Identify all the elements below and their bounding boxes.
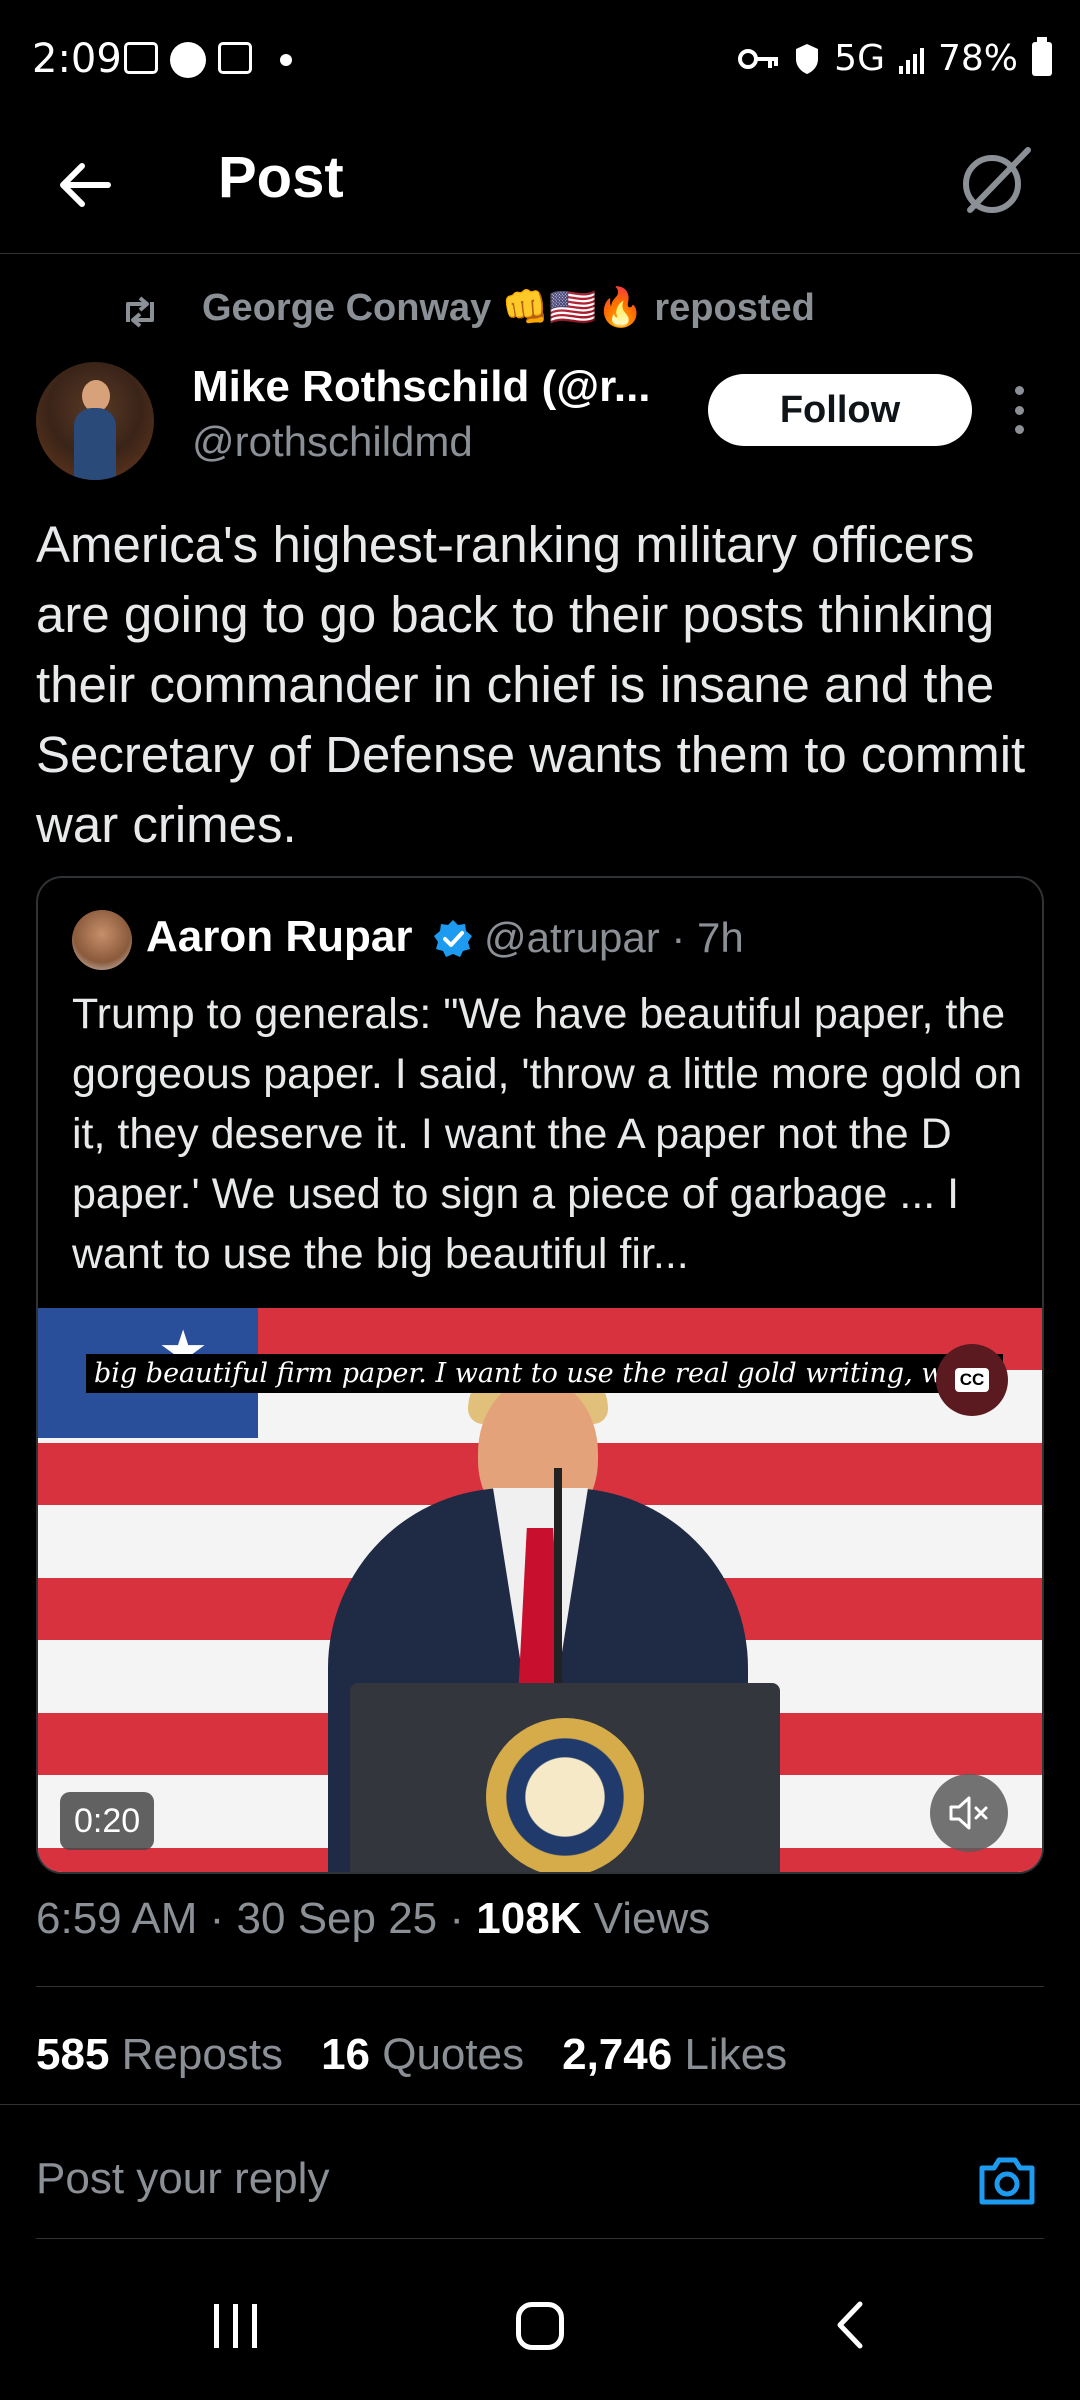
cc-icon: CC — [954, 1368, 990, 1392]
more-notifications-icon — [280, 54, 292, 66]
divider — [36, 2238, 1044, 2239]
quotes-label: Quotes — [370, 2030, 525, 2079]
home-icon[interactable] — [516, 2302, 564, 2350]
signal-icon — [898, 44, 924, 74]
shield-icon — [796, 43, 819, 74]
status-time: 2:09 — [32, 36, 122, 82]
engagement-stats: 585 Reposts 16 Quotes 2,746 Likes — [36, 2030, 787, 2080]
reply-input[interactable]: Post your reply — [36, 2154, 329, 2204]
quotes-stat[interactable]: 16 Quotes — [321, 2030, 524, 2080]
quoted-author-name[interactable]: Aaron Rupar — [146, 912, 412, 962]
repost-icon — [126, 296, 154, 328]
system-nav-bar — [0, 2250, 1080, 2400]
reposts-label: Reposts — [109, 2030, 284, 2079]
author-name[interactable]: Mike Rothschild (@r... — [192, 362, 651, 412]
top-app-bar: Post — [0, 120, 1080, 254]
reposts-count: 585 — [36, 2030, 110, 2079]
quoted-post-card[interactable]: Aaron Rupar @atrupar · 7h Trump to gener… — [36, 876, 1044, 1874]
repost-user[interactable]: George Conway 👊🇺🇸🔥 — [202, 286, 644, 330]
camera-icon[interactable] — [974, 2148, 1040, 2214]
more-options-icon[interactable] — [1012, 386, 1026, 434]
system-back-icon[interactable] — [826, 2300, 876, 2350]
notification-icon — [170, 42, 206, 78]
verified-badge-icon — [434, 920, 472, 957]
divider — [0, 2104, 1080, 2105]
divider — [36, 1986, 1044, 1987]
closed-captions-button[interactable]: CC — [936, 1344, 1008, 1416]
recent-apps-icon[interactable] — [214, 2304, 257, 2348]
grok-icon[interactable] — [950, 136, 1040, 226]
repost-attribution[interactable]: George Conway 👊🇺🇸🔥 reposted — [124, 286, 815, 330]
views-count: 108K — [476, 1894, 582, 1943]
quoted-author-avatar[interactable] — [72, 910, 132, 970]
views-label: Views — [581, 1894, 711, 1943]
network-label: 5G — [834, 38, 885, 79]
likes-label: Likes — [672, 2030, 788, 2079]
post-text: America's highest-ranking military offic… — [36, 516, 1026, 853]
author-handle[interactable]: @rothschildmd — [192, 418, 473, 466]
post-time-date: 6:59 AM · 30 Sep 25 · — [36, 1894, 477, 1943]
key-icon — [738, 48, 779, 69]
quotes-count: 16 — [321, 2030, 371, 2079]
video-caption: big beautiful firm paper. I want to use … — [86, 1354, 1004, 1393]
battery-label: 78% — [937, 38, 1018, 79]
presidential-seal — [486, 1718, 644, 1872]
follow-button[interactable]: Follow — [708, 374, 972, 446]
status-bar: 2:09 5G 78% — [0, 0, 1080, 120]
post-timestamp: 6:59 AM · 30 Sep 25 · 108K Views — [36, 1894, 710, 1944]
likes-stat[interactable]: 2,746 Likes — [562, 2030, 787, 2080]
author-avatar[interactable] — [36, 362, 154, 480]
speaker-muted-icon — [949, 1796, 988, 1830]
likes-count: 2,746 — [562, 2030, 673, 2079]
reposts-stat[interactable]: 585 Reposts — [36, 2030, 283, 2080]
status-right: 5G 78% — [738, 36, 1052, 79]
mute-button[interactable] — [930, 1774, 1008, 1852]
quoted-post-text: Trump to generals: "We have beautiful pa… — [72, 990, 1022, 1278]
video-duration: 0:20 — [60, 1792, 155, 1850]
video-player[interactable]: ★ big beautiful firm paper. I want to us… — [38, 1308, 1042, 1872]
page-title: Post — [218, 145, 344, 210]
gallery-icon — [218, 42, 252, 74]
repost-suffix: reposted — [654, 286, 815, 329]
quoted-handle-time: @atrupar · 7h — [484, 914, 744, 961]
back-arrow-icon[interactable] — [50, 150, 120, 220]
battery-icon — [1032, 36, 1052, 76]
notification-icon — [124, 42, 158, 74]
